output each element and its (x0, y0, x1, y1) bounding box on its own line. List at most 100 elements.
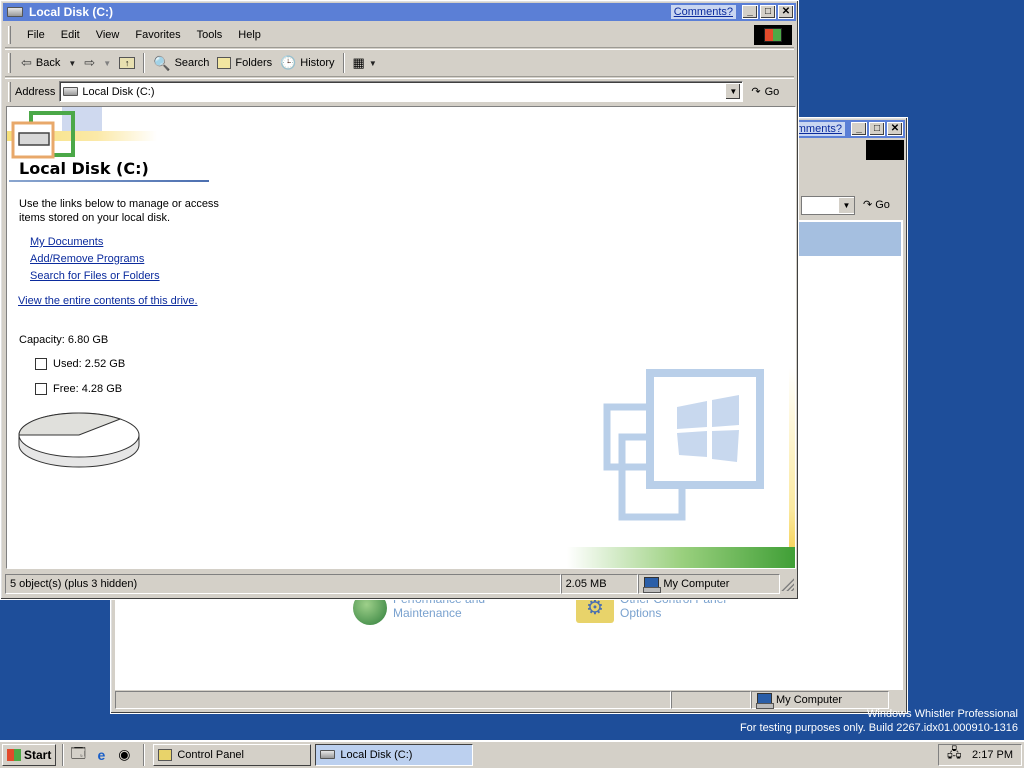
local-disk-window[interactable]: Local Disk (C:) Comments? _ □ ✕ File Edi… (0, 0, 799, 600)
os-build-watermark: Windows Whistler Professional For testin… (740, 707, 1018, 735)
statusbar: 5 object(s) (plus 3 hidden) 2.05 MB My C… (5, 573, 795, 595)
status-size: 2.05 MB (560, 574, 639, 594)
status-cell-empty (115, 690, 671, 709)
start-label: Start (24, 747, 52, 762)
search-label: Search (174, 57, 210, 69)
views-button[interactable]: ▦ ▼ (349, 53, 381, 73)
status-objects-label: 5 object(s) (plus 3 hidden) (10, 578, 138, 590)
category-other-options-label-2: Options (620, 606, 662, 620)
forward-dropdown-button[interactable]: ▼ (99, 57, 115, 70)
my-computer-icon (643, 577, 662, 593)
task-local-disk-label: Local Disk (C:) (340, 748, 413, 761)
folders-label: Folders (235, 57, 273, 69)
search-icon: 🔍 (153, 54, 171, 71)
page-title: Local Disk (C:) (19, 159, 149, 178)
toolbar-separator (143, 53, 146, 73)
close-button[interactable]: ✕ (887, 122, 903, 136)
maximize-button[interactable]: □ (869, 122, 885, 136)
forward-button[interactable]: ⇨ (80, 53, 99, 73)
address-label: Address (15, 85, 56, 98)
address-input[interactable]: Local Disk (C:) ▼ (59, 81, 744, 102)
capacity-label: Capacity: 6.80 GB (19, 334, 109, 346)
maximize-button[interactable]: □ (760, 5, 776, 19)
drive-icon (320, 750, 336, 759)
comments-link[interactable]: Comments? (670, 5, 736, 19)
menu-help[interactable]: Help (230, 27, 269, 43)
control-panel-icon (158, 748, 173, 761)
chevron-down-icon[interactable]: ▼ (839, 198, 854, 213)
toolbar-grip[interactable] (8, 53, 11, 73)
history-button[interactable]: 🕒 History (276, 53, 338, 73)
minimize-button[interactable]: _ (851, 122, 867, 136)
control-panel-statusbar: My Computer (115, 689, 903, 709)
menu-view[interactable]: View (88, 27, 128, 43)
windows-flag-icon (7, 748, 21, 761)
forward-arrow-icon: ⇨ (84, 55, 96, 70)
link-view-drive-contents[interactable]: View the entire contents of this drive. (18, 295, 198, 307)
status-objects: 5 object(s) (plus 3 hidden) (5, 574, 561, 594)
clock[interactable]: 2:17 PM (972, 749, 1013, 761)
close-button[interactable]: ✕ (778, 5, 794, 19)
used-label: Used: 2.52 GB (53, 358, 126, 370)
free-label: Free: 4.28 GB (53, 383, 123, 395)
task-control-panel[interactable]: Control Panel (153, 743, 312, 766)
menu-favorites[interactable]: Favorites (127, 27, 188, 43)
title-divider (9, 180, 209, 182)
chevron-down-icon[interactable]: ▼ (725, 83, 742, 100)
status-location: My Computer (638, 574, 781, 594)
status-cell-location: My Computer (751, 690, 889, 709)
go-button[interactable]: ↷ Go (751, 85, 779, 99)
show-desktop-icon[interactable]: 🗔 (68, 745, 88, 765)
link-my-documents[interactable]: My Documents (30, 236, 103, 248)
status-location-label: My Computer (663, 578, 730, 590)
internet-explorer-icon[interactable]: e (91, 745, 111, 765)
menu-tools[interactable]: Tools (189, 27, 231, 43)
history-icon: 🕒 (280, 55, 297, 70)
os-name: Windows Whistler Professional (867, 708, 1018, 720)
network-icon[interactable]: 🖧 (947, 744, 962, 766)
minimize-button[interactable]: _ (742, 5, 758, 19)
windows-logo-icon (866, 140, 904, 160)
folders-icon (217, 57, 232, 69)
media-player-icon[interactable]: ◉ (114, 745, 134, 765)
resize-grip[interactable] (780, 577, 795, 591)
taskbar-separator (143, 743, 146, 766)
go-arrow-icon: ↷ (751, 86, 761, 98)
views-dropdown-icon: ▼ (368, 58, 377, 68)
address-grip[interactable] (8, 81, 11, 102)
my-computer-icon (756, 692, 774, 709)
free-swatch (35, 383, 47, 395)
menu-edit[interactable]: Edit (53, 27, 88, 43)
control-panel-go-button[interactable]: ↷ Go (863, 198, 890, 212)
menu-file[interactable]: File (19, 27, 53, 43)
windows-logo-icon (754, 25, 792, 45)
local-disk-titlebar[interactable]: Local Disk (C:) Comments? _ □ ✕ (3, 3, 796, 21)
drive-icon (7, 7, 23, 17)
control-panel-header-band (796, 222, 901, 256)
taskbar: Start 🗔 e ◉ Control Panel Local Disk (C:… (0, 740, 1024, 768)
task-control-panel-label: Control Panel (177, 748, 244, 761)
drive-header-graphic (7, 107, 157, 159)
link-add-remove-programs[interactable]: Add/Remove Programs (30, 253, 144, 265)
menubar-grip[interactable] (8, 26, 11, 44)
back-dropdown-button[interactable]: ▼ (64, 57, 80, 70)
link-search-files[interactable]: Search for Files or Folders (30, 270, 160, 282)
views-icon: ▦ (352, 55, 365, 70)
start-button[interactable]: Start (2, 743, 57, 766)
folders-button[interactable]: Folders (213, 55, 276, 71)
menubar: File Edit View Favorites Tools Help (5, 23, 794, 48)
disk-usage-pie (18, 412, 140, 468)
up-folder-button[interactable]: ↑ (115, 55, 139, 71)
back-label: Back (35, 57, 61, 69)
address-value: Local Disk (C:) (82, 85, 155, 98)
intro-text: Use the links below to manage or access … (19, 198, 219, 224)
search-button[interactable]: 🔍 Search (149, 53, 213, 74)
history-label: History (300, 57, 335, 69)
task-local-disk[interactable]: Local Disk (C:) (315, 743, 474, 766)
toolbar-separator (342, 53, 345, 73)
used-swatch (35, 358, 47, 370)
taskbar-separator (62, 743, 65, 766)
category-performance-label-2: Maintenance (393, 606, 462, 620)
folder-content: Local Disk (C:) Use the links below to m… (6, 106, 796, 569)
back-button[interactable]: ⇦ Back (17, 53, 64, 73)
